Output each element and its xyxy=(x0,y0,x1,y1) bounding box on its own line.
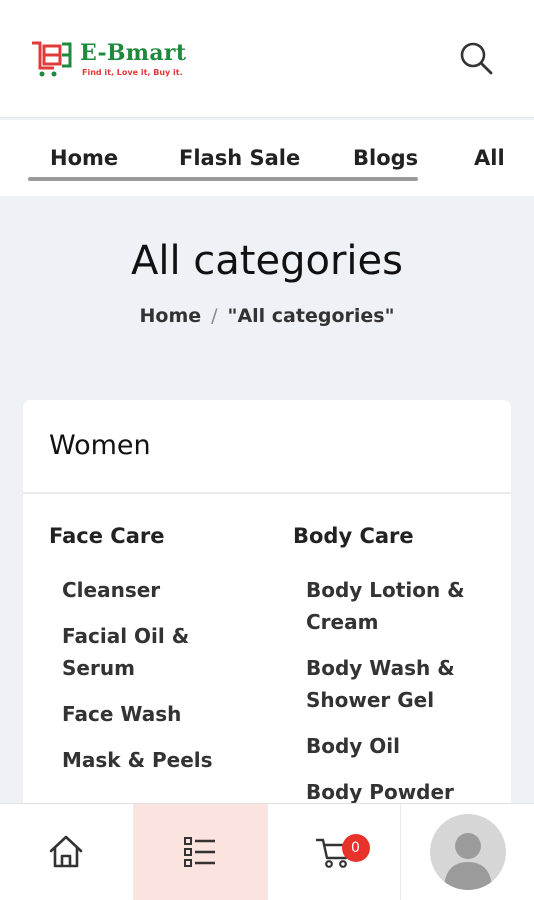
tab-categories[interactable] xyxy=(133,804,268,900)
subcategory-item-face-wash[interactable]: Face Wash xyxy=(49,698,259,730)
tab-profile[interactable] xyxy=(401,804,534,900)
main-nav: Home Flash Sale Blogs All xyxy=(0,120,534,196)
subcategory-item-body-lotion-cream[interactable]: Body Lotion & Cream xyxy=(293,574,503,638)
nav-item-home[interactable]: Home xyxy=(50,146,118,170)
category-title[interactable]: Women xyxy=(23,400,511,494)
subcategory-item-body-oil[interactable]: Body Oil xyxy=(293,730,503,762)
app-header: E-Bmart Find it, Love it, Buy it. xyxy=(0,0,534,118)
breadcrumb-home-link[interactable]: Home xyxy=(140,305,202,327)
breadcrumb-current: "All categories" xyxy=(227,305,395,327)
avatar xyxy=(429,814,506,890)
subcategory-column: Face Care Cleanser Facial Oil & Serum Fa… xyxy=(49,524,259,790)
logo-tagline: Find it, Love it, Buy it. xyxy=(82,68,183,77)
user-avatar-icon xyxy=(443,833,492,890)
tab-home[interactable] xyxy=(0,804,134,900)
subcategory-column: Body Care Body Lotion & Cream Body Wash … xyxy=(293,524,503,822)
tab-cart[interactable]: 0 xyxy=(268,804,402,900)
search-icon xyxy=(460,42,493,75)
nav-item-all[interactable]: All xyxy=(474,146,505,170)
page-title: All categories xyxy=(131,238,403,284)
subcategory-title-face-care[interactable]: Face Care xyxy=(49,524,259,548)
brand-logo[interactable]: E-Bmart Find it, Love it, Buy it. xyxy=(30,36,230,82)
subcategory-item-cleanser[interactable]: Cleanser xyxy=(49,574,259,606)
nav-item-flash-sale[interactable]: Flash Sale xyxy=(179,146,300,170)
nav-scrollbar[interactable] xyxy=(28,177,418,181)
logo-cart-icon xyxy=(32,41,72,77)
nav-item-blogs[interactable]: Blogs xyxy=(353,146,418,170)
breadcrumb-separator: / xyxy=(211,305,218,327)
home-icon xyxy=(50,835,83,868)
subcategory-item-body-wash-shower-gel[interactable]: Body Wash & Shower Gel xyxy=(293,652,503,716)
logo-text: E-Bmart xyxy=(80,40,187,66)
subcategory-title-body-care[interactable]: Body Care xyxy=(293,524,503,548)
cart-count-badge: 0 xyxy=(341,834,370,862)
search-button[interactable] xyxy=(454,36,498,80)
breadcrumb: Home / "All categories" xyxy=(0,305,534,327)
subcategory-item-mask-peels[interactable]: Mask & Peels xyxy=(49,744,259,776)
subcategory-item-facial-oil-serum[interactable]: Facial Oil & Serum xyxy=(49,620,259,684)
bottom-tab-bar: 0 xyxy=(0,803,534,900)
categories-icon xyxy=(184,837,216,867)
